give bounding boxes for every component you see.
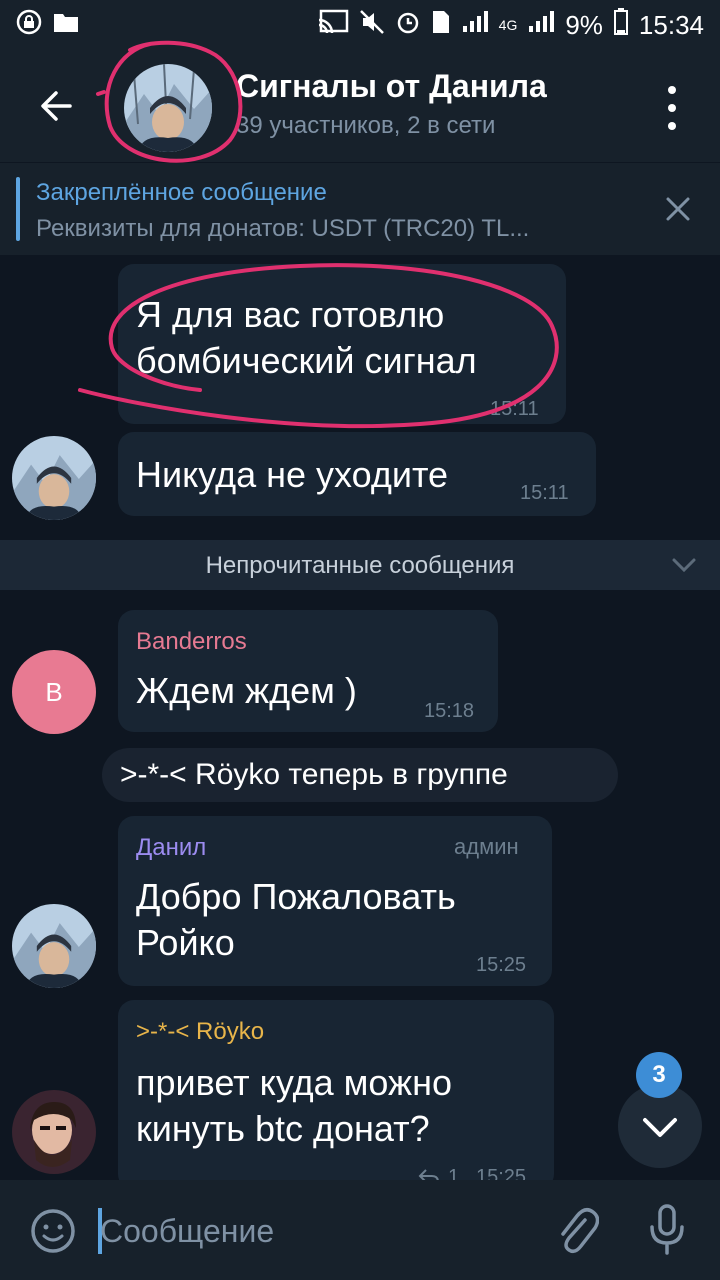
mute-icon: [359, 9, 385, 42]
folder-icon: [52, 10, 80, 41]
message-bubble[interactable]: >-*-< Röyko привет куда можно кинуть btc…: [118, 1000, 554, 1180]
chat-subtitle: 39 участников, 2 в сети: [236, 112, 496, 139]
more-vert-icon[interactable]: [652, 82, 692, 134]
message-time: 15:25: [476, 954, 527, 976]
message-text: Никуда не уходите: [136, 454, 449, 495]
message-bubble[interactable]: Banderros Ждем ждем ) 15:18: [118, 610, 498, 732]
service-message: >-*-< Röyko теперь в группе: [102, 748, 618, 802]
attach-button[interactable]: [552, 1204, 602, 1258]
status-bar: 4G 9% 15:34: [0, 0, 720, 50]
close-icon[interactable]: [662, 193, 694, 230]
back-button[interactable]: [28, 78, 84, 134]
sender-name[interactable]: Данил: [136, 834, 206, 862]
message-time: 15:11: [520, 482, 569, 504]
signal-icon-2: [527, 10, 555, 41]
lock-icon: [16, 9, 42, 42]
message-time: 15:25: [476, 1166, 527, 1180]
pinned-message[interactable]: Закреплённое сообщение Реквизиты для дон…: [0, 163, 720, 255]
avatar-letter: B: [45, 677, 63, 707]
message-text: Ждем ждем ): [136, 670, 357, 711]
sender-avatar[interactable]: [12, 1090, 96, 1174]
emoji-button[interactable]: [28, 1206, 78, 1256]
reply-icon: [418, 1168, 440, 1180]
group-avatar[interactable]: [124, 64, 212, 152]
voice-button[interactable]: [644, 1202, 690, 1258]
message-bubble[interactable]: Я для вас готовлю бомбический сигнал 15:…: [118, 264, 566, 424]
battery-icon: [613, 7, 629, 43]
sender-name[interactable]: >-*-< Röyko: [136, 1018, 264, 1046]
message-list[interactable]: Я для вас готовлю бомбический сигнал 15:…: [0, 256, 720, 1180]
message-text: кинуть btc донат?: [136, 1108, 430, 1149]
message-time: 15:11: [490, 398, 539, 420]
chevron-down-icon[interactable]: [670, 554, 698, 581]
unread-divider: Непрочитанные сообщения: [0, 540, 720, 590]
pinned-indicator: [16, 177, 20, 241]
message-text: Я для вас готовлю: [136, 294, 445, 335]
message-bubble[interactable]: Данил админ Добро Пожаловать Ройко 15:25: [118, 816, 552, 986]
composer: [0, 1180, 720, 1280]
service-message-text: >-*-< Röyko теперь в группе: [120, 758, 508, 791]
reply-count: 1: [448, 1166, 460, 1180]
message-text: бомбический сигнал: [136, 340, 477, 381]
network-type: 4G: [498, 17, 518, 33]
sender-name[interactable]: Banderros: [136, 628, 247, 656]
chat-header: Сигналы от Данила 39 участников, 2 в сет…: [0, 50, 720, 163]
pinned-text: Реквизиты для донатов: USDT (TRC20) TL..…: [36, 215, 530, 242]
sender-avatar[interactable]: B: [12, 650, 96, 734]
message-bubble[interactable]: Никуда не уходите 15:11: [118, 432, 596, 516]
signal-icon: [461, 10, 489, 41]
unread-count-badge: 3: [636, 1052, 682, 1098]
clock: 15:34: [638, 9, 704, 40]
message-time: 15:18: [424, 700, 475, 722]
sender-avatar[interactable]: [12, 904, 96, 988]
message-text: Добро Пожаловать: [136, 876, 456, 917]
pinned-label: Закреплённое сообщение: [36, 179, 327, 206]
mic-icon: [650, 1204, 684, 1255]
message-text: привет куда можно: [136, 1062, 453, 1103]
chat-title[interactable]: Сигналы от Данила: [236, 68, 547, 105]
emoji-icon: [31, 1209, 75, 1253]
sender-avatar[interactable]: [12, 436, 96, 520]
sim-icon: [431, 9, 451, 42]
back-arrow-icon: [41, 91, 72, 121]
admin-badge: админ: [454, 834, 519, 859]
unread-divider-label: Непрочитанные сообщения: [205, 552, 515, 579]
cast-icon: [317, 9, 349, 42]
alarm-icon: [395, 9, 421, 42]
attach-icon: [561, 1208, 599, 1254]
battery-percent: 9%: [565, 9, 603, 40]
message-input[interactable]: [98, 1206, 542, 1256]
message-text: Ройко: [136, 922, 235, 963]
